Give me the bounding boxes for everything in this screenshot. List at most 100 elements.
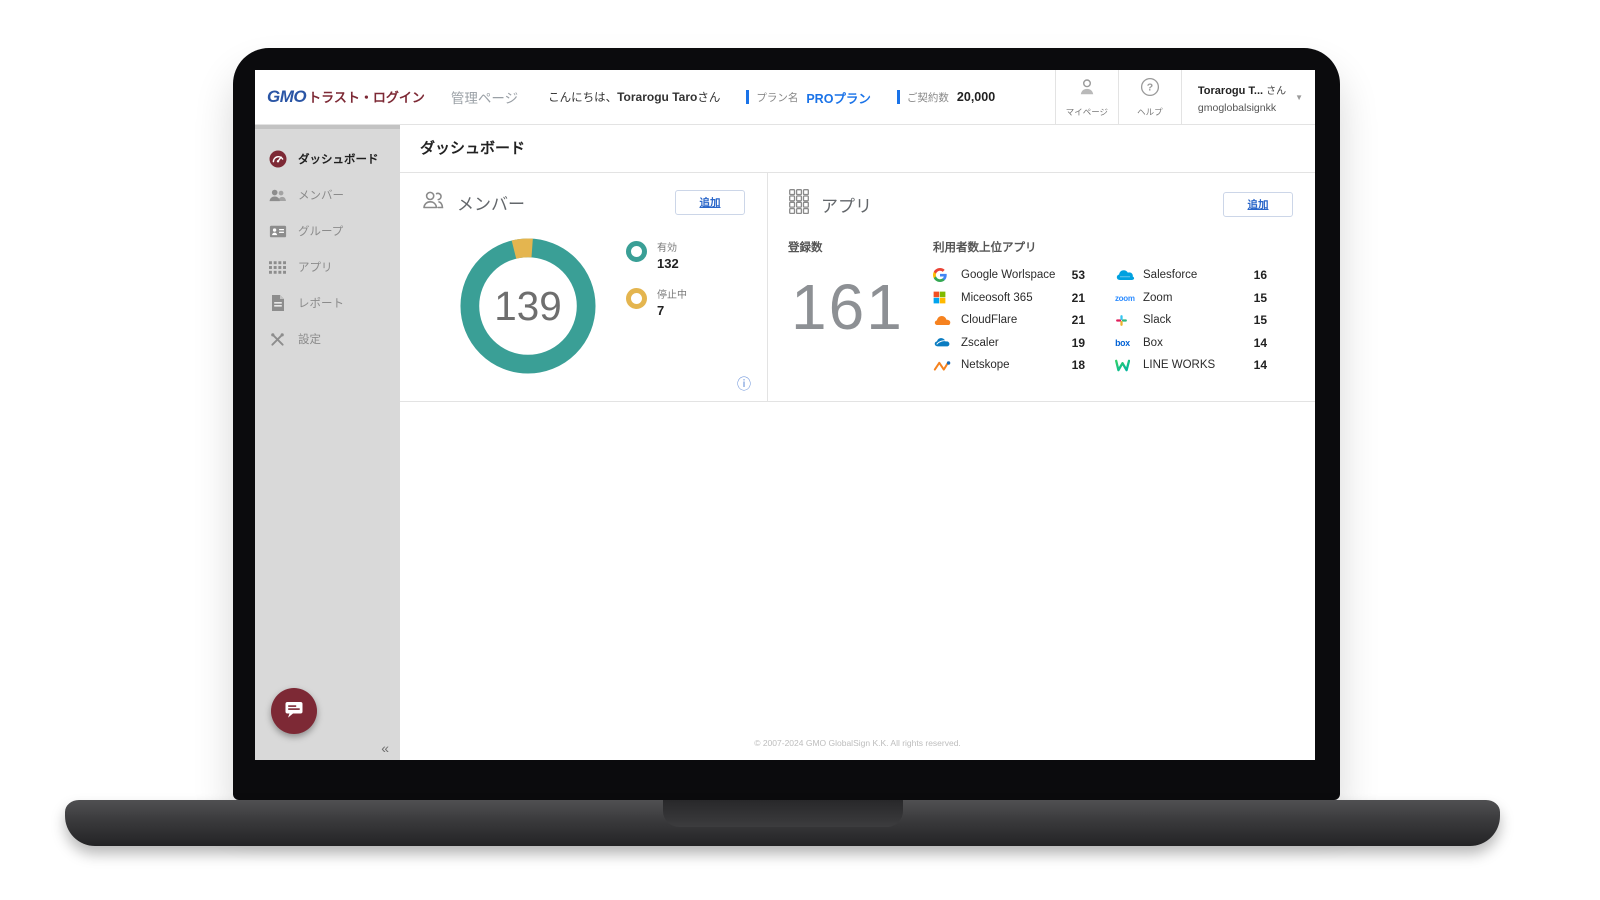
member-total-count: 139 <box>494 283 561 329</box>
apps-grid-icon <box>268 258 287 276</box>
zscaler-icon <box>933 336 957 349</box>
members-outline-icon <box>420 189 446 215</box>
slack-icon <box>1115 314 1139 327</box>
microsoft-icon <box>933 291 957 304</box>
sidebar-label: メンバー <box>298 190 344 202</box>
app-count: 19 <box>1071 335 1085 350</box>
legend-item-active: 有効 132 <box>626 239 687 271</box>
sidebar-label: ダッシュボード <box>298 154 379 166</box>
laptop-base-notch <box>662 800 903 827</box>
account-text: Torarogu T... さん gmoglobalsignkk <box>1198 81 1286 114</box>
greeting-suffix: さん <box>697 92 721 104</box>
brand-logo[interactable]: GMO トラスト・ログイン <box>267 87 425 107</box>
app-row-lineworks: LINE WORKS 14 <box>1115 357 1267 373</box>
svg-text:zoom: zoom <box>1115 293 1135 302</box>
member-add-button[interactable]: 追加 <box>675 189 745 215</box>
plan-divider-bar <box>746 90 750 104</box>
google-icon <box>933 268 957 282</box>
help-button[interactable]: ? ヘルプ <box>1117 70 1181 124</box>
top-apps-column-2: Salesforce 16 zoom Zoom 15 Slack 15 box … <box>1115 267 1267 373</box>
app-name: Box <box>1143 336 1163 349</box>
mypage-button[interactable]: マイページ <box>1054 70 1118 124</box>
registered-count-value: 161 <box>791 271 904 343</box>
help-label: ヘルプ <box>1137 106 1163 117</box>
salesforce-icon <box>1115 268 1139 282</box>
logo-gmo-text: GMO <box>267 87 307 106</box>
account-honorific: さん <box>1266 85 1287 97</box>
sidebar-item-members[interactable]: メンバー <box>255 177 400 213</box>
sidebar-label: グループ <box>298 226 344 238</box>
sidebar-item-apps[interactable]: アプリ <box>255 249 400 285</box>
registered-count-label: 登録数 <box>788 242 823 254</box>
logo-jp-text: トラスト・ログイン <box>308 90 425 105</box>
app-window: GMO トラスト・ログイン 管理ページ こんにちは、Torarogu Taroさ… <box>255 70 1315 760</box>
app-count: 15 <box>1253 290 1267 305</box>
app-count: 14 <box>1253 335 1267 350</box>
top-apps-label: 利用者数上位アプリ <box>933 242 1037 254</box>
lineworks-icon <box>1115 359 1139 372</box>
report-document-icon <box>268 294 287 312</box>
members-icon <box>268 186 287 204</box>
mypage-label: マイページ <box>1065 106 1109 117</box>
app-name: Zoom <box>1143 291 1173 304</box>
info-icon[interactable]: ⓘ <box>737 374 751 394</box>
app-name: Salesforce <box>1143 269 1198 281</box>
app-row-microsoft: Miceosoft 365 21 <box>933 290 1085 306</box>
app-name: Slack <box>1143 314 1172 326</box>
apps-outline-grid-icon <box>788 189 810 220</box>
active-ring-icon <box>626 241 647 262</box>
sidebar-collapse-icon[interactable]: « <box>381 740 389 756</box>
chat-bubble-icon <box>283 699 305 724</box>
top-apps-column-1: Google Worlspace 53 Miceosoft 365 21 Clo… <box>933 267 1085 373</box>
dashboard-gauge-icon <box>268 150 287 168</box>
svg-text:box: box <box>1115 338 1130 348</box>
app-header: GMO トラスト・ログイン 管理ページ こんにちは、Torarogu Taroさ… <box>255 70 1315 125</box>
account-name: Torarogu T... <box>1197 84 1264 97</box>
person-icon <box>1077 77 1097 102</box>
svg-text:?: ? <box>1147 81 1153 93</box>
legend-label: 有効 <box>657 243 677 254</box>
chat-fab-button[interactable] <box>271 688 317 734</box>
app-row-zscaler: Zscaler 19 <box>933 335 1085 351</box>
sidebar: ダッシュボード メンバー グループ アプリ レポート 設定 « <box>255 125 400 760</box>
copyright-text: © 2007-2024 GMO GlobalSign K.K. All righ… <box>754 738 961 748</box>
apps-card-header: アプリ 追加 <box>788 189 1293 220</box>
legend-label: 停止中 <box>657 290 687 301</box>
sidebar-item-groups[interactable]: グループ <box>255 213 400 249</box>
chevron-down-icon: ▼ <box>1295 92 1303 102</box>
suspended-ring-icon <box>626 288 647 309</box>
sidebar-item-dashboard[interactable]: ダッシュボード <box>255 141 400 177</box>
app-count: 14 <box>1253 358 1267 372</box>
plan-info: プラン名 PROプラン <box>746 88 871 107</box>
app-row-cloudflare: CloudFlare 21 <box>933 312 1085 328</box>
contract-info: ご契約数 20,000 <box>896 90 996 105</box>
plan-label: プラン名 <box>756 91 799 104</box>
contract-label: ご契約数 <box>906 91 949 104</box>
app-name: Miceosoft 365 <box>961 291 1033 304</box>
help-icon: ? <box>1140 77 1160 102</box>
page-title: ダッシュボード <box>400 125 1315 173</box>
app-name: LINE WORKS <box>1143 359 1216 371</box>
sidebar-label: アプリ <box>298 262 333 274</box>
app-body: ダッシュボード メンバー グループ アプリ レポート 設定 « ダッシュボード … <box>255 125 1315 760</box>
header-actions: マイページ ? ヘルプ Torarogu T... さん gmoglobalsig… <box>1054 70 1315 124</box>
sidebar-item-report[interactable]: レポート <box>255 285 400 321</box>
app-name: Zscaler <box>961 336 999 349</box>
app-count: 18 <box>1071 358 1085 372</box>
app-count: 15 <box>1253 313 1267 327</box>
app-row-zoom: zoom Zoom 15 <box>1115 290 1267 306</box>
apps-card-title: アプリ <box>821 197 872 216</box>
apps-add-button[interactable]: 追加 <box>1223 192 1293 217</box>
sidebar-item-settings[interactable]: 設定 <box>255 321 400 357</box>
app-count: 53 <box>1071 268 1085 282</box>
account-menu[interactable]: Torarogu T... さん gmoglobalsignkk ▼ <box>1180 70 1315 124</box>
top-apps-list: Google Worlspace 53 Miceosoft 365 21 Clo… <box>933 267 1267 373</box>
sidebar-label: 設定 <box>298 334 321 346</box>
app-count: 16 <box>1253 268 1267 282</box>
contract-divider-bar <box>896 90 900 104</box>
account-id: gmoglobalsignkk <box>1197 101 1277 114</box>
sidebar-label: レポート <box>298 298 344 310</box>
member-donut-chart: 139 <box>459 237 597 375</box>
greeting-prefix: こんにちは、 <box>548 92 618 104</box>
contract-value: 20,000 <box>956 90 996 104</box>
